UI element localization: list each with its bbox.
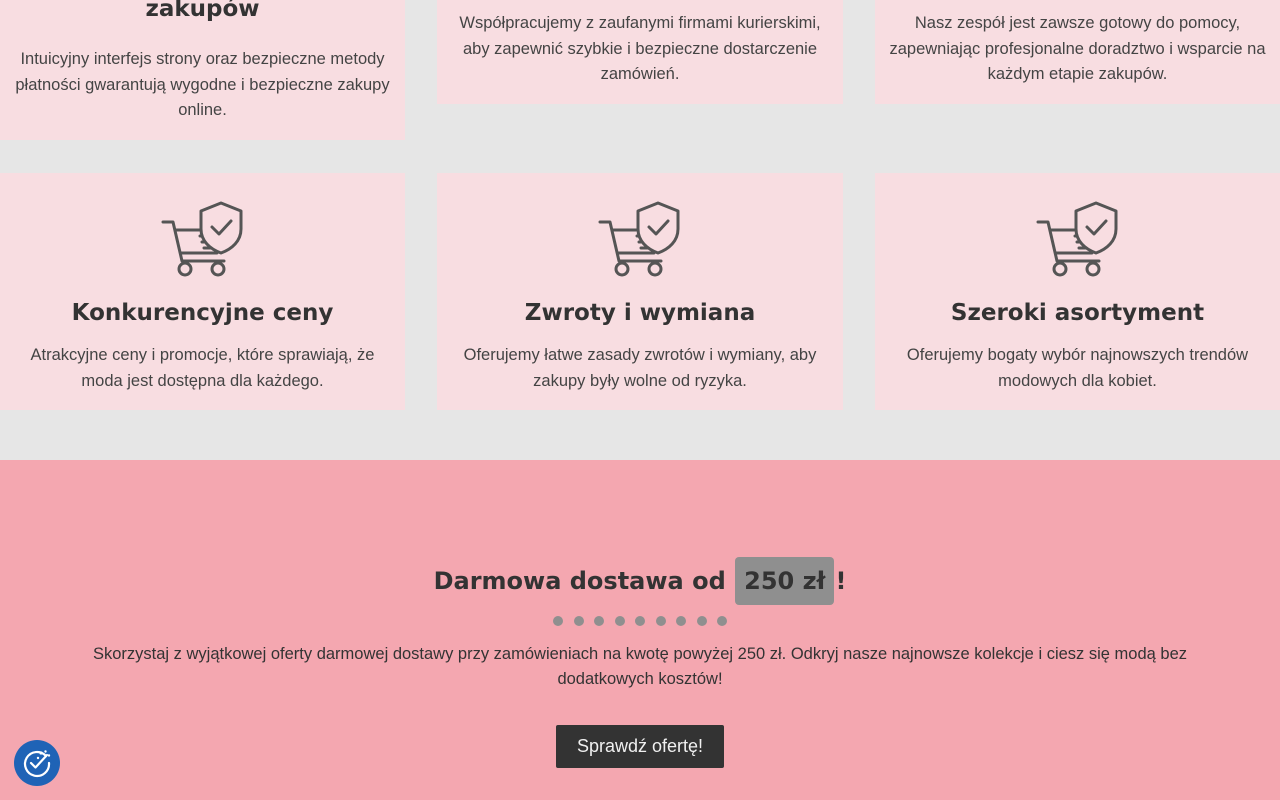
decorative-dot — [696, 616, 707, 626]
feature-text: Oferujemy bogaty wybór najnowszych trend… — [906, 346, 1249, 390]
decorative-dot — [717, 616, 727, 626]
free-delivery-promo: Darmowa dostawa od 250 zł! Skorzystaj z … — [0, 460, 1280, 800]
decorative-dots — [0, 616, 1280, 626]
feature-title: Szeroki asortyment — [950, 300, 1205, 326]
feature-text: Nasz zespół jest zawsze gotowy do pomocy… — [889, 14, 1266, 83]
decorative-dot — [676, 616, 686, 626]
feature-card-assortment: Szeroki asortyment Oferujemy bogaty wybó… — [875, 173, 1280, 410]
accessibility-icon — [23, 750, 51, 778]
decorative-dot — [614, 616, 625, 626]
feature-text: Oferujemy łatwe zasady zwrotów i wymiany… — [463, 346, 817, 390]
feature-card-returns: Zwroty i wymiana Oferujemy łatwe zasady … — [437, 173, 843, 410]
feature-title: zakupów — [145, 0, 260, 22]
feature-card-secure-shopping: zakupów Intuicyjny interfejs strony oraz… — [0, 0, 405, 140]
decorative-dot — [635, 616, 645, 626]
feature-title: Zwroty i wymiana — [524, 300, 756, 326]
decorative-dot — [553, 616, 563, 626]
decorative-dot — [573, 616, 584, 626]
promo-title-exclamation: ! — [835, 567, 847, 595]
accessibility-button[interactable] — [14, 740, 60, 786]
promo-threshold-highlight: 250 zł — [735, 557, 835, 605]
feature-card-support: Nasz zespół jest zawsze gotowy do pomocy… — [875, 0, 1280, 104]
promo-description: Skorzystaj z wyjątkowej oferty darmowej … — [92, 645, 1188, 688]
promo-title: Darmowa dostawa od 250 zł! — [0, 557, 1280, 605]
feature-title: Konkurencyjne ceny — [71, 300, 334, 326]
check-offer-button[interactable]: Sprawdź ofertę! — [556, 725, 724, 768]
feature-text: Atrakcyjne ceny i promocje, które sprawi… — [30, 346, 375, 390]
decorative-dot — [594, 616, 604, 626]
decorative-dot — [655, 616, 666, 626]
feature-card-prices: Konkurencyjne ceny Atrakcyjne ceny i pro… — [0, 173, 405, 410]
promo-title-text: Darmowa dostawa od — [433, 567, 735, 595]
secure-cart-icon — [161, 201, 242, 277]
secure-cart-icon — [598, 201, 680, 277]
secure-cart-icon — [1036, 201, 1117, 277]
page: zakupów Intuicyjny interfejs strony oraz… — [0, 0, 1280, 800]
feature-text: Współpracujemy z zaufanymi firmami kurie… — [459, 14, 821, 83]
feature-card-delivery: Współpracujemy z zaufanymi firmami kurie… — [437, 0, 843, 104]
feature-text: Intuicyjny interfejs strony oraz bezpiec… — [15, 50, 390, 119]
